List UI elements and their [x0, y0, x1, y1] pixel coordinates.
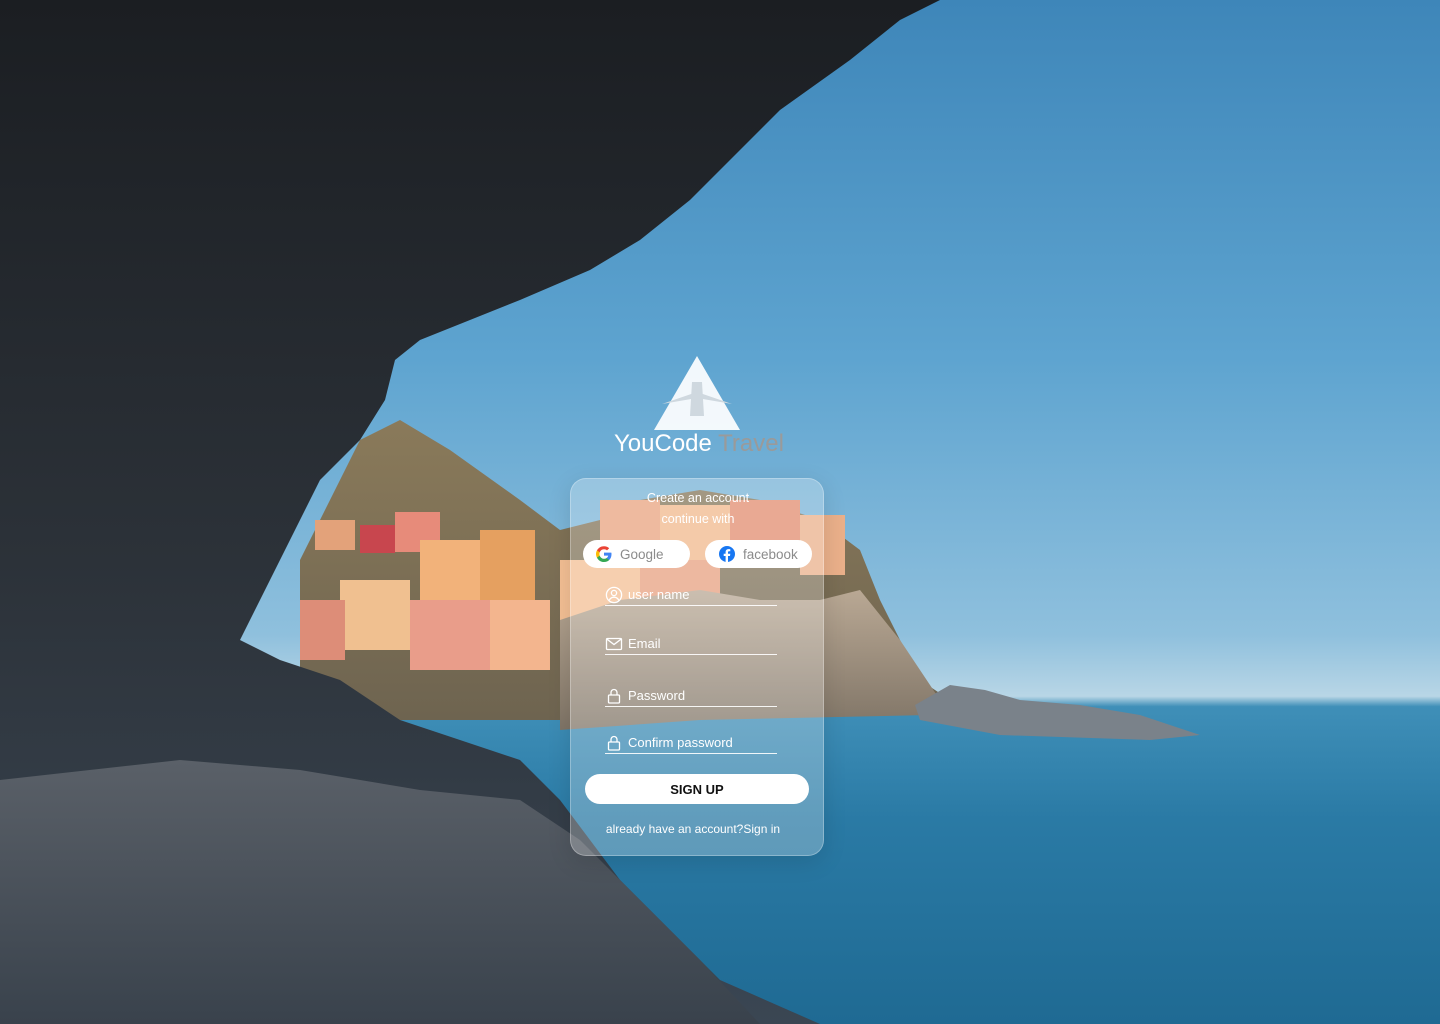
sign-in-link[interactable]: Sign in [743, 822, 780, 836]
user-circle-icon [605, 586, 623, 603]
facebook-signin-button[interactable]: facebook [705, 540, 812, 568]
confirm-password-input[interactable] [628, 735, 773, 750]
signup-card: Create an account continue with Google f… [570, 478, 824, 856]
facebook-icon [719, 546, 735, 562]
google-button-label: Google [620, 546, 664, 562]
card-title: Create an account [646, 491, 750, 505]
username-input[interactable] [628, 587, 773, 602]
username-field [605, 584, 777, 606]
airplane-triangle-logo-icon [654, 356, 740, 430]
signin-prompt: already have an account?Sign in [571, 822, 815, 836]
brand-logo: YouCode Travel [614, 354, 790, 462]
password-field [605, 685, 777, 707]
email-field [605, 633, 777, 655]
google-signin-button[interactable]: Google [583, 540, 690, 568]
brand-name-primary: YouCode [614, 430, 712, 457]
google-icon [596, 546, 612, 562]
email-input[interactable] [628, 636, 773, 651]
brand-name: YouCode Travel [614, 430, 790, 458]
envelope-icon [605, 637, 623, 650]
breakwater-rocks [915, 685, 1200, 740]
lock-icon [607, 688, 621, 704]
signin-prompt-text: already have an account? [605, 822, 744, 836]
password-input[interactable] [628, 688, 773, 703]
lock-icon [607, 735, 621, 751]
facebook-button-label: facebook [743, 546, 798, 562]
brand-name-accent: Travel [718, 430, 784, 457]
card-subtitle: continue with [661, 512, 735, 526]
sign-up-button[interactable]: SIGN UP [585, 774, 809, 804]
confirm-password-field [605, 732, 777, 754]
